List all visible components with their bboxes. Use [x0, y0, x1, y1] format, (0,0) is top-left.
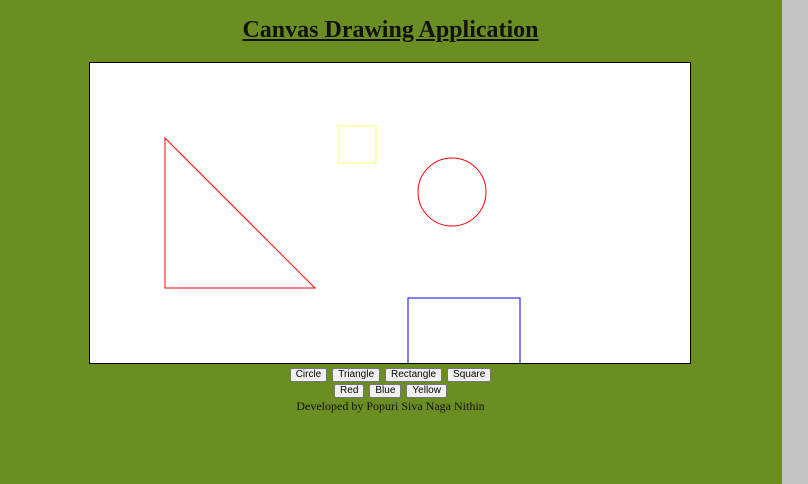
page-title: Canvas Drawing Application — [242, 17, 539, 43]
vertical-scrollbar[interactable] — [782, 0, 808, 484]
rectangle-button[interactable]: Rectangle — [385, 368, 443, 382]
canvas-drawing — [164, 125, 521, 363]
shape-button-row: Circle Triangle Rectangle Square — [0, 368, 781, 382]
circle-shape — [417, 157, 487, 227]
square-shape — [338, 125, 377, 164]
square-button[interactable]: Square — [447, 368, 492, 382]
blue-button[interactable]: Blue — [369, 384, 402, 398]
yellow-button[interactable]: Yellow — [406, 384, 447, 398]
triangle-shape — [164, 136, 317, 289]
drawing-canvas[interactable] — [89, 62, 691, 364]
triangle-button[interactable]: Triangle — [332, 368, 381, 382]
developer-credit: Developed by Popuri Siva Naga Nithin — [296, 399, 485, 413]
red-button[interactable]: Red — [334, 384, 365, 398]
page-background: Canvas Drawing Application Circle Triang… — [0, 3, 781, 484]
rectangle-shape — [407, 297, 521, 363]
color-button-row: Red Blue Yellow — [0, 384, 781, 398]
circle-button[interactable]: Circle — [289, 368, 328, 382]
